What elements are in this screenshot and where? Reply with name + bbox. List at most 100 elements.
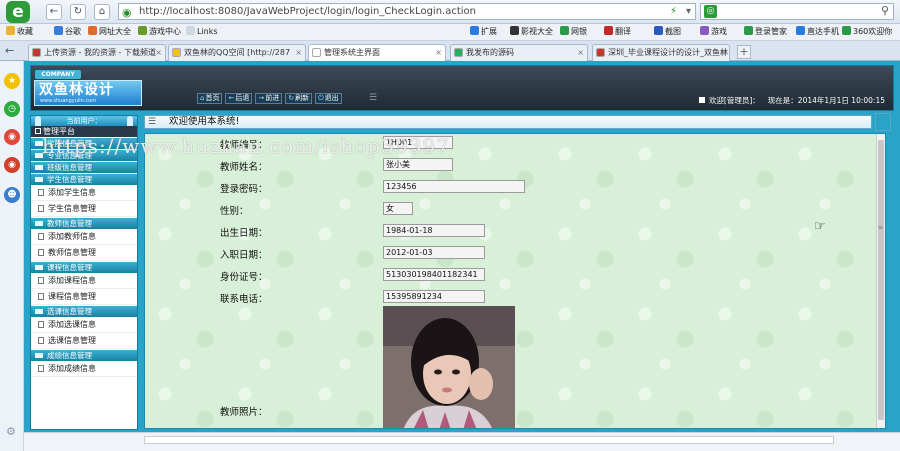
close-icon[interactable]: × [719, 45, 726, 60]
back-button[interactable]: ← [46, 4, 62, 20]
field-value: 513030198401182341 [383, 268, 485, 281]
toolbar: ⌂首页 ←后退 →前进 ↻刷新 ⏻退出 [197, 93, 345, 105]
menu-category[interactable]: 课程信息管理 [31, 262, 137, 273]
menu-subitem[interactable]: 添加教师信息 [31, 229, 137, 245]
close-icon[interactable]: × [155, 45, 162, 60]
vertical-scrollbar[interactable]: ≡ [876, 134, 885, 428]
toolbar-item[interactable]: 网银 [560, 26, 587, 37]
browser-tab[interactable]: 管理系统主界面 × [308, 44, 446, 62]
grid-icon [35, 128, 41, 134]
collapse-tab[interactable] [875, 113, 891, 131]
menu-subitem[interactable]: 添加成绩信息 [31, 361, 137, 377]
clock-icon[interactable]: ◷ [4, 101, 20, 117]
star-icon[interactable]: ★ [4, 73, 20, 89]
current-time: 现在是：2014年1月1日 10:00:15 [767, 96, 885, 105]
favorite-item[interactable]: 游戏中心 [138, 26, 181, 37]
tool-label: 影视大全 [521, 27, 553, 36]
browser-tab[interactable]: 上传资源 - 我的资源 - 下载频道 × [28, 44, 166, 61]
menu-category[interactable]: 班级信息管理 [31, 162, 137, 173]
menu-icon[interactable]: ☰ [148, 116, 156, 128]
refresh-button[interactable]: ↻ [70, 4, 86, 20]
document-icon [38, 337, 44, 344]
document-icon [38, 189, 44, 196]
subitem-label: 学生信息管理 [48, 204, 96, 213]
search-box[interactable]: ◎ ⚲ [700, 3, 894, 20]
tab-favicon-icon [596, 48, 605, 57]
scrollbar-thumb[interactable] [878, 140, 884, 420]
toolbar-item[interactable]: 游戏 [700, 26, 727, 37]
menu-category[interactable]: 学生信息管理 [31, 174, 137, 185]
tab-label: 上传资源 - 我的资源 - 下载频道 [44, 48, 156, 57]
left-menu: 当前用户： 管理平台 学院信息管理 专业信息管理 班级信息管理 学生信息管理 添加学生信… [30, 115, 138, 430]
menu-subitem[interactable]: 添加学生信息 [31, 185, 137, 201]
toolbar-button[interactable]: ↻刷新 [285, 93, 313, 104]
close-icon[interactable]: × [577, 45, 584, 60]
toolbar-item[interactable]: 截图 [654, 26, 681, 37]
favorite-item[interactable]: Links [186, 26, 218, 36]
favorite-item[interactable]: 网址大全 [88, 26, 131, 37]
field-label: 登录密码： [220, 184, 268, 195]
toolbar-item[interactable]: 登录管家 [744, 26, 787, 37]
toolbar-button[interactable]: ⏻退出 [315, 93, 342, 104]
welcome-message: 欢迎使用本系统! [169, 116, 240, 127]
tab-favicon-icon [32, 48, 41, 57]
tab-back-icon[interactable]: ← [5, 44, 14, 57]
toolbar-button-icon: ⌂ [200, 94, 205, 102]
menu-subitem[interactable]: 学生信息管理 [31, 201, 137, 217]
toolbar-item[interactable]: 翻译 [604, 26, 631, 37]
toolbar-item[interactable]: 扩展 [470, 26, 497, 37]
category-icon [35, 221, 43, 226]
menu-subitem[interactable]: 添加选课信息 [31, 317, 137, 333]
home-button[interactable]: ⌂ [94, 4, 110, 20]
document-icon [38, 293, 44, 300]
menu-subitem[interactable]: 教师信息管理 [31, 245, 137, 261]
photo-label: 教师照片： [220, 407, 268, 418]
search-icon[interactable]: ⚲ [881, 4, 889, 17]
settings-gear-icon[interactable]: ⚙ [6, 425, 16, 438]
weibo-icon[interactable]: ◉ [4, 129, 20, 145]
favorite-item[interactable]: 谷歌 [54, 26, 81, 37]
favorite-item[interactable]: 收藏 [6, 26, 33, 37]
menu-subitem[interactable]: 课程信息管理 [31, 289, 137, 305]
welcome-info: 欢迎[管理员]： 现在是：2014年1月1日 10:00:15 [698, 95, 885, 106]
user-icon[interactable]: ☻ [4, 187, 20, 203]
menu-category[interactable]: 成绩信息管理 [31, 350, 137, 361]
toolbar-item[interactable]: 影视大全 [510, 26, 553, 37]
category-label: 学生信息管理 [47, 175, 92, 184]
menu-category[interactable]: 教师信息管理 [31, 218, 137, 229]
browser-tab[interactable]: 双鱼林的QQ空间 [http://287 × [168, 44, 306, 61]
app-icon[interactable]: ◉ [4, 157, 20, 173]
category-label: 成绩信息管理 [47, 351, 92, 360]
bolt-icon[interactable]: ⚡ [670, 4, 677, 19]
document-icon [38, 233, 44, 240]
field-label: 身份证号： [220, 272, 268, 283]
new-tab-button[interactable]: + [737, 45, 751, 59]
category-icon [35, 265, 43, 270]
favorite-label: Links [197, 27, 218, 36]
category-label: 课程信息管理 [47, 263, 92, 272]
menu-icon[interactable]: ☰ [369, 93, 377, 103]
toolbar-button[interactable]: ←后退 [225, 93, 253, 104]
close-icon[interactable]: × [435, 45, 442, 60]
browser-tab[interactable]: 我发布的源码 × [450, 44, 588, 61]
toolbar-item[interactable]: 360欢迎你 [842, 26, 892, 37]
horizontal-scrollbar[interactable] [144, 436, 834, 444]
address-bar[interactable]: ◉ http://localhost:8080/JavaWebProject/l… [118, 3, 696, 20]
field-value: 张小美 [383, 158, 453, 171]
field-value: 15395891234 [383, 290, 485, 303]
menu-subitem[interactable]: 添加课程信息 [31, 273, 137, 289]
toolbar-button-label: 后退 [235, 94, 250, 102]
toolbar-button[interactable]: ⌂首页 [197, 93, 223, 104]
menu-subitem[interactable]: 选课信息管理 [31, 333, 137, 349]
tab-bar: ← + 上传资源 - 我的资源 - 下载频道 × 双鱼林的QQ空间 [http://… [0, 41, 900, 62]
user-square-icon [698, 97, 705, 103]
chevron-down-icon[interactable]: ▾ [686, 4, 691, 19]
favorite-label: 收藏 [17, 27, 33, 36]
toolbar-item[interactable]: 直达手机 [796, 26, 839, 37]
toolbar-button[interactable]: →前进 [255, 93, 283, 104]
menu-category[interactable]: 选课信息管理 [31, 306, 137, 317]
close-icon[interactable]: × [295, 45, 302, 60]
browser-tab[interactable]: 深圳_毕业课程设计的设计_双鱼林 × [592, 44, 730, 61]
tab-label: 深圳_毕业课程设计的设计_双鱼林 [608, 48, 728, 57]
tab-label: 管理系统主界面 [324, 48, 380, 57]
